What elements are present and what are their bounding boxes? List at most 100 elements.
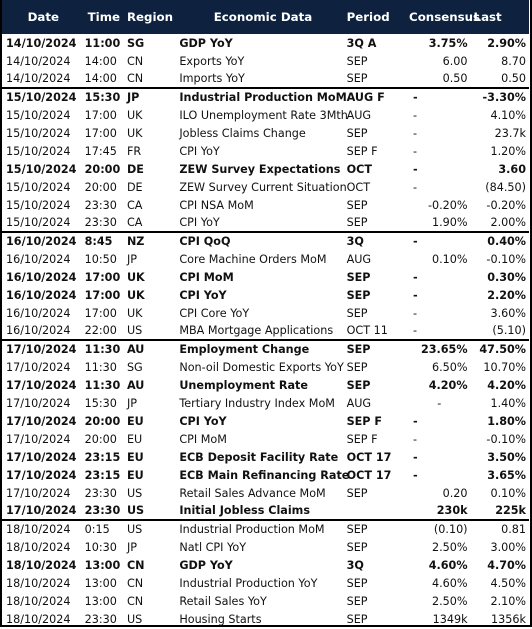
cell-period: SEP [346,378,371,392]
cell-region: EU [126,450,144,464]
cell-last: 0.81 [473,519,529,538]
cell-region: CN [126,558,145,572]
cell-period: SEP F [346,144,378,158]
cell-period: SEP [346,198,368,212]
cell-region: CN [126,72,144,85]
cell-period: SEP [346,126,368,140]
cell-period: AUG [346,108,372,122]
cell-period: OCT 17 [346,468,392,482]
table-row: 14/10/2024 14:00 CN Exports YoY SEP 6.00 8.70 [2,52,529,70]
cell-consensus: 4.60% [428,558,468,572]
cell-economic-data: GDP YoY [179,558,233,572]
cell-economic-data: Unemployment Rate [179,378,308,392]
cell-time: 17:00 [84,270,121,284]
cell-time: 17:00 [84,288,121,302]
cell-period: SEP [346,486,368,500]
cell-consensus: 23.65% [405,339,474,358]
cell-date: 18/10/2024 [6,558,77,572]
cell-last: 3.50% [487,450,526,464]
cell-period: OCT 11 [346,324,388,337]
cell-consensus: 2.50% [432,594,468,608]
cell-region: NZ [126,231,180,250]
cell-region: AU [126,339,180,358]
cell-economic-data: CPI YoY [179,144,220,158]
cell-date: 15/10/2024 [6,180,71,194]
cell-date: 14/10/2024 [6,36,77,50]
cell-date: 18/10/2024 [6,540,71,554]
cell-date: 16/10/2024 [6,288,77,302]
cell-economic-data: Imports YoY [179,72,245,85]
cell-time: 20:00 [84,432,117,446]
table-row: 15/10/2024 15:30 JP Industrial Production M… [2,87,529,106]
cell-consensus: - [413,450,418,464]
cell-region: JP [126,87,180,106]
cell-economic-data: Natl CPI YoY [179,540,247,554]
cell-last: 2.00% [490,216,526,229]
cell-consensus: - [413,108,418,122]
table-row: 16/10/2024 10:50 JP Core Machine Orders MoM… [2,250,529,268]
cell-time: 23:30 [84,504,121,517]
cell-time: 17:00 [84,108,117,122]
cell-economic-data: Industrial Production YoY [179,576,318,590]
cell-economic-data: CPI YoY [179,414,227,428]
table-row: 15/10/2024 23:30 CA CPI YoY SEP 1.90% 2.00% [2,214,529,232]
cell-last: 2.20% [487,288,526,302]
table-row: 17/10/2024 23:15 EU ECB Deposit Facility Ra… [2,448,529,466]
table-row: 18/10/2024 13:00 CN Retail Sales YoY SEP 2.50… [2,592,529,610]
cell-economic-data: MBA Mortgage Applications [179,324,334,337]
cell-consensus: 4.20% [428,378,468,392]
cell-consensus: - [413,306,418,320]
cell-consensus: - [413,126,418,140]
cell-last: 0.50 [501,72,526,85]
cell-time: 17:00 [84,126,117,140]
cell-date: 17/10/2024 [6,486,71,500]
cell-economic-data: Initial Jobless Claims [179,504,310,517]
table-row: 17/10/2024 23:15 EU ECB Main Refinancing Ra… [2,466,529,484]
cell-consensus: - [437,396,442,410]
cell-time: 20:00 [84,414,121,428]
cell-region: CN [126,54,144,68]
cell-economic-data: Industrial Production MoM [179,519,347,538]
cell-region: CA [126,198,143,212]
cell-consensus: 1.90% [432,216,468,229]
cell-date: 17/10/2024 [6,360,71,374]
cell-consensus: 0.20 [442,486,468,500]
cell-last: 4.20% [487,378,526,392]
cell-date: 18/10/2024 [6,576,71,590]
cell-date: 17/10/2024 [6,450,77,464]
cell-last: 2.90% [487,36,526,50]
cell-economic-data: CPI YoY [179,216,220,229]
table-row: 17/10/2024 23:30 US Initial Jobless Claims 2… [2,502,529,520]
cell-time: 22:00 [84,324,117,337]
cell-last: 0.40% [473,231,529,250]
cell-last: 225k [495,504,526,517]
cell-period: AUG [346,396,372,410]
cell-last: 3.00% [490,540,526,554]
cell-economic-data: Employment Change [179,339,347,358]
table-row: 17/10/2024 20:00 EU CPI MoM SEP F - -0.10% [2,430,529,448]
cell-date: 15/10/2024 [6,144,71,158]
cell-last: 4.50% [490,576,526,590]
cell-time: 13:00 [84,576,117,590]
cell-time: 11:30 [84,360,117,374]
cell-period: 3Q [346,558,364,572]
cell-period [347,502,405,520]
cell-last: 4.10% [490,108,526,122]
cell-last: 4.70% [487,558,526,572]
cell-time: 15:30 [84,87,127,106]
cell-economic-data: ZEW Survey Expectations [179,162,341,176]
cell-time: 23:15 [84,468,121,482]
cell-economic-data: Non-oil Domestic Exports YoY [179,360,344,374]
cell-region: CN [126,594,144,608]
cell-date: 18/10/2024 [6,594,71,608]
table-row: 14/10/2024 14:00 CN Imports YoY SEP 0.50 0.50 [2,70,529,88]
cell-time: 15:30 [84,396,117,410]
cell-last: -3.30% [473,87,529,106]
table-row: 16/10/2024 8:45 NZ CPI QoQ 3Q -0.40% [2,231,529,250]
header-region: Region [126,10,174,24]
cell-consensus: -0.20% [427,198,468,212]
cell-last: 47.50% [473,339,529,358]
cell-period: SEP F [346,432,378,446]
cell-consensus: - [413,288,418,302]
cell-economic-data: Jobless Claims Change [179,126,306,140]
